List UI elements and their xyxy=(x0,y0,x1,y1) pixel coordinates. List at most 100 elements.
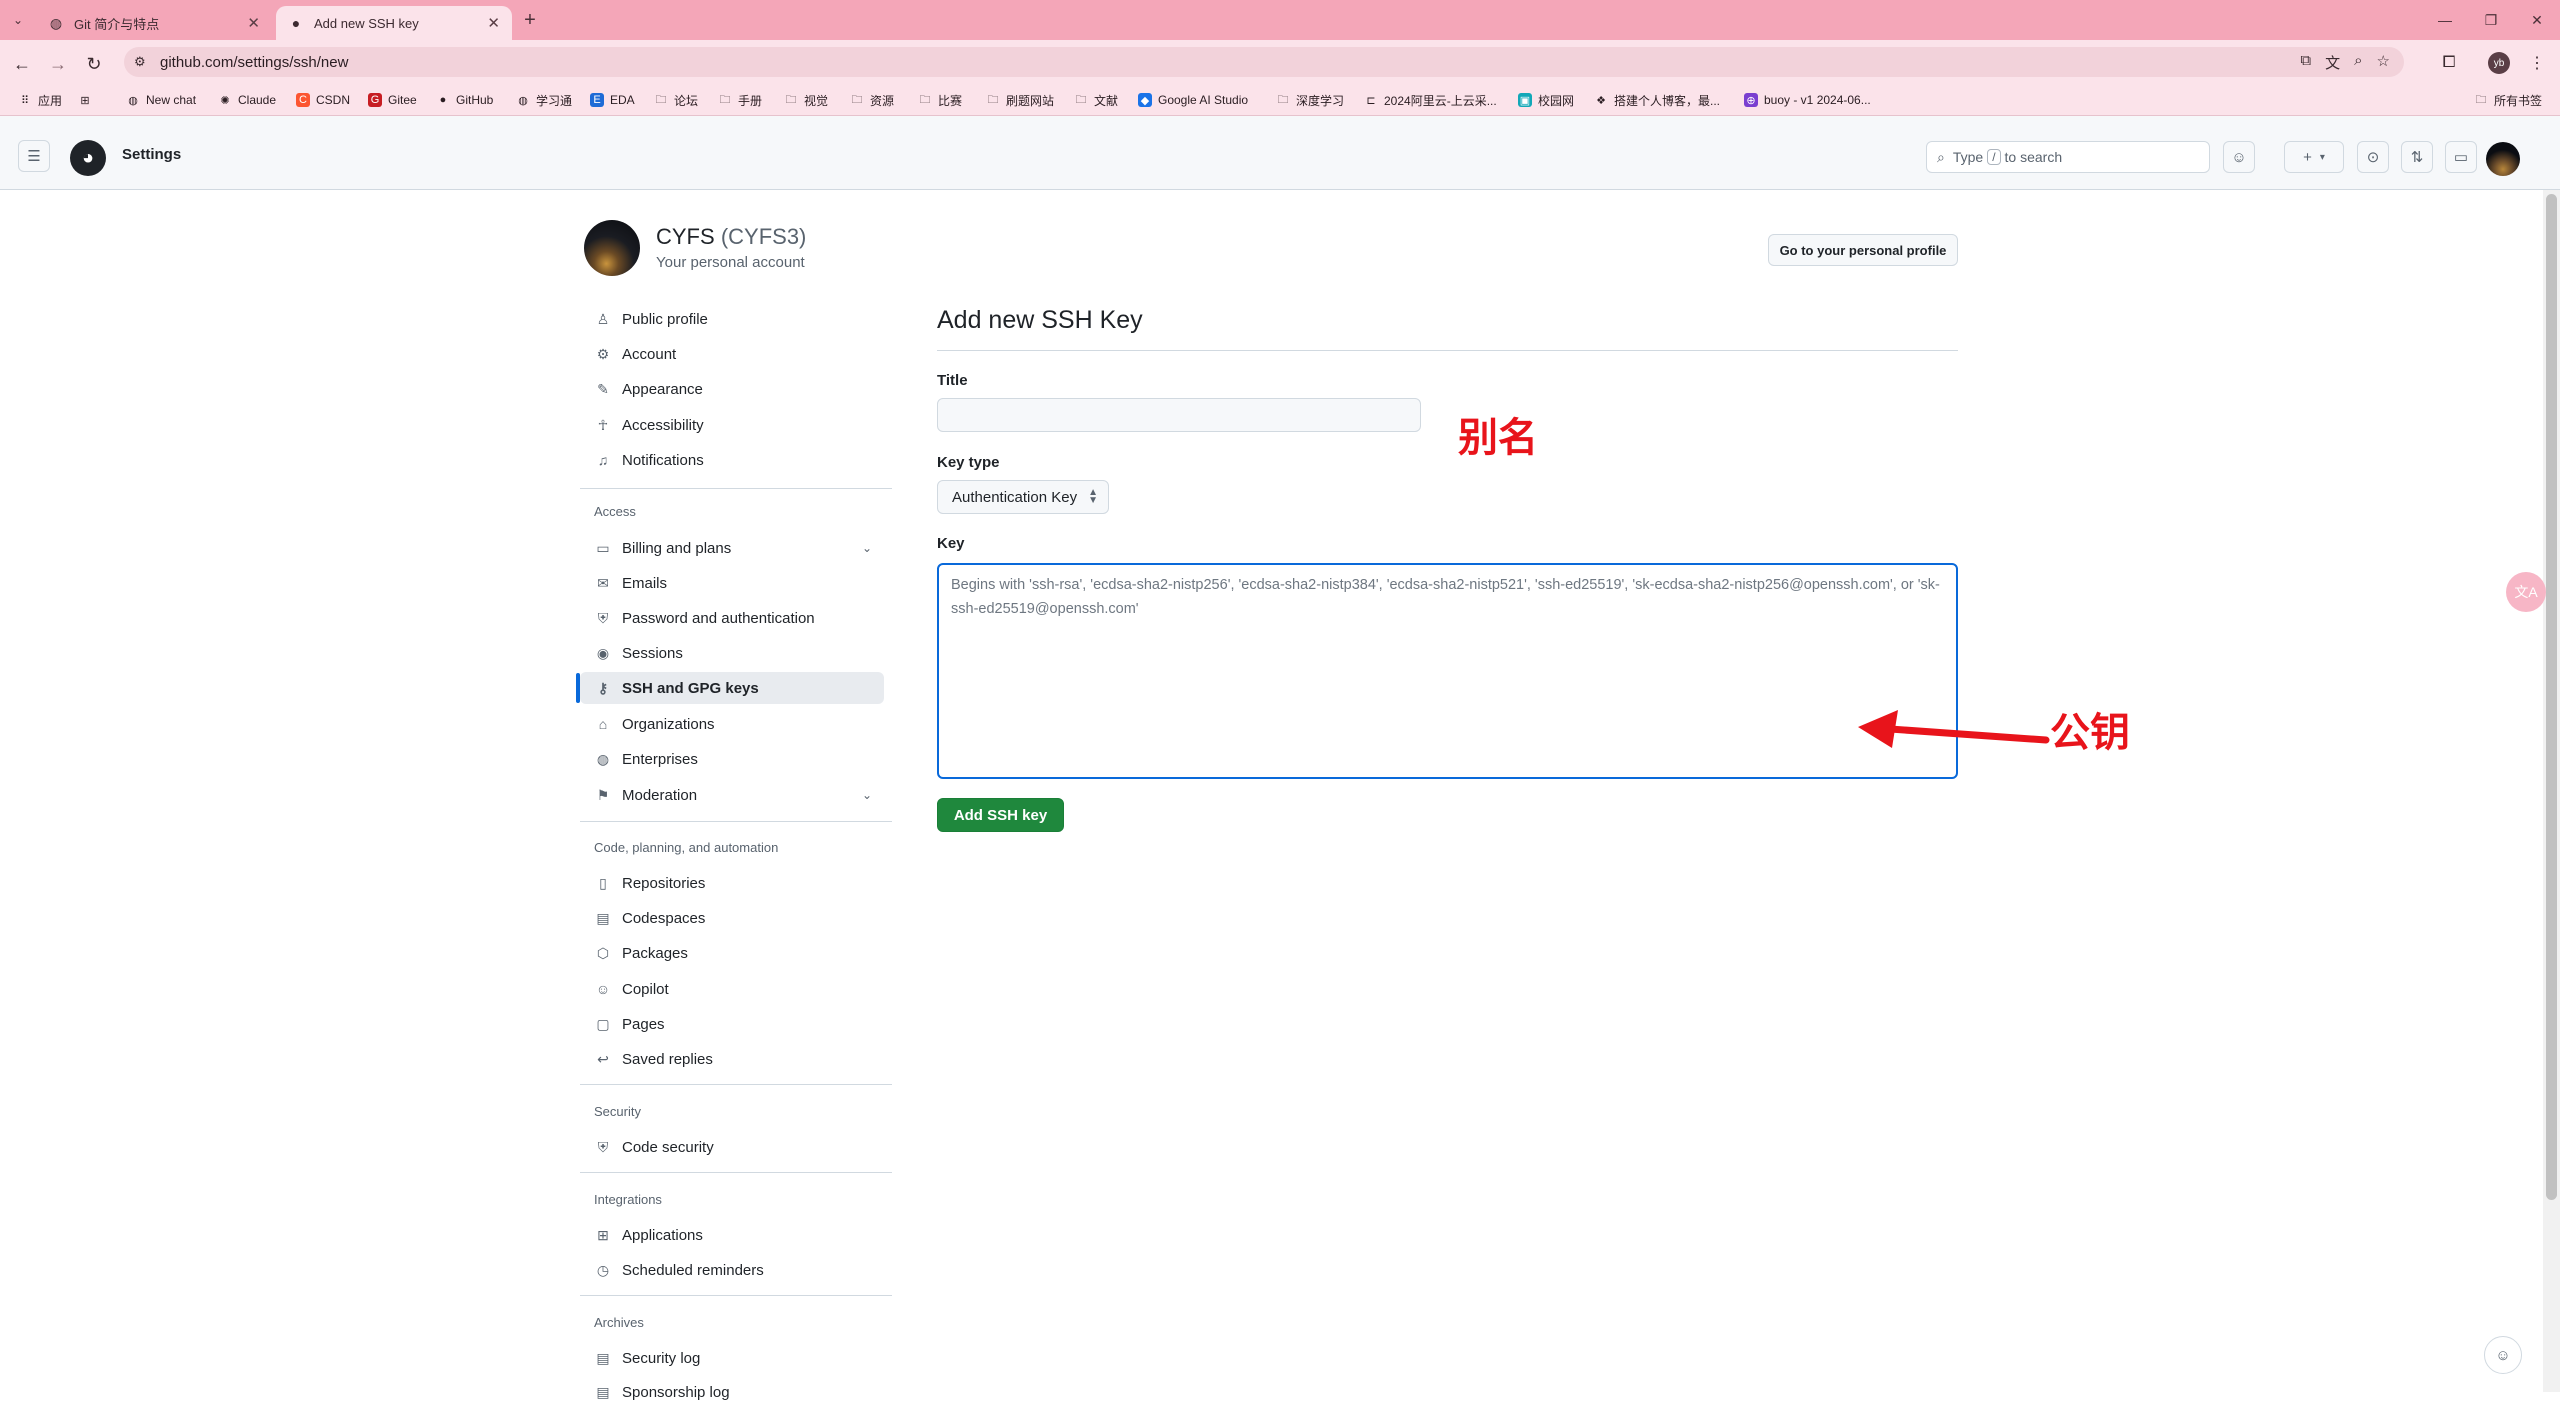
header-context-title[interactable]: Settings xyxy=(122,146,181,163)
globe-icon: ◍ xyxy=(596,750,610,767)
sidebar-item-sessions[interactable]: ◉ Sessions xyxy=(580,637,884,669)
floating-translate-icon[interactable]: 文A xyxy=(2506,572,2546,612)
sidebar-item-copilot[interactable]: ☺ Copilot xyxy=(580,973,884,1005)
sidebar-item-label: Applications xyxy=(622,1226,703,1244)
close-window-button[interactable]: ✕ xyxy=(2522,8,2552,32)
bookmark-8[interactable]: E EDA xyxy=(590,91,635,109)
pull-requests-icon[interactable]: ⇅ xyxy=(2401,141,2433,173)
sidebar-item-pages[interactable]: ▢ Pages xyxy=(580,1008,884,1040)
sidebar-item-ssh-and-gpg-keys[interactable]: ⚷ SSH and GPG keys xyxy=(580,672,884,704)
key-type-select[interactable]: Authentication Key ▲ ▼ xyxy=(937,480,1109,514)
sidebar-item-organizations[interactable]: ⌂ Organizations xyxy=(580,708,884,740)
sidebar-item-label: Scheduled reminders xyxy=(622,1261,764,1279)
go-to-profile-button[interactable]: Go to your personal profile xyxy=(1768,234,1958,266)
bookmark-21[interactable]: ⊕ buoy - v1 2024-06... xyxy=(1744,91,1871,109)
github-logo-icon[interactable]: ◕ xyxy=(70,140,106,176)
sidebar-item-emails[interactable]: ✉ Emails xyxy=(580,567,884,599)
issues-icon[interactable]: ⊙ xyxy=(2357,141,2389,173)
bookmark-7[interactable]: ◍ 学习通 xyxy=(516,91,572,109)
sidebar-item-sponsorship-log[interactable]: ▤ Sponsorship log xyxy=(580,1376,884,1408)
scrollbar-thumb[interactable] xyxy=(2546,194,2557,1200)
bookmark-label: 搭建个人博客，最... xyxy=(1614,93,1721,108)
copilot-chat-button[interactable]: ☺ xyxy=(2484,1336,2522,1374)
sidebar-item-label: Packages xyxy=(622,944,688,962)
bookmark-17[interactable]: 🗀 深度学习 xyxy=(1276,91,1345,109)
sidebar-item-billing-and-plans[interactable]: ▭ Billing and plans ⌄ xyxy=(580,532,884,564)
hamburger-menu-icon[interactable]: ☰ xyxy=(18,140,50,172)
search-input[interactable]: ⌕ Type / to search xyxy=(1926,141,2210,173)
bookmark-19[interactable]: ▣ 校园网 xyxy=(1518,91,1574,109)
user-avatar[interactable] xyxy=(584,220,640,276)
chat-icon: ◍ xyxy=(128,94,138,107)
add-ssh-key-button[interactable]: Add SSH key xyxy=(937,798,1064,832)
sidebar-item-notifications[interactable]: ♫ Notifications xyxy=(580,444,884,476)
tab-search-chevron-icon[interactable]: ⌄ xyxy=(8,10,28,30)
sidebar-item-appearance[interactable]: ✎ Appearance xyxy=(580,373,884,405)
copilot-icon[interactable]: ☺ xyxy=(2223,141,2255,173)
bookmark-star-icon[interactable]: ☆ xyxy=(2377,52,2390,73)
close-icon[interactable]: ✕ xyxy=(487,14,500,32)
avatar[interactable] xyxy=(2486,142,2520,176)
sidebar-item-public-profile[interactable]: ♙ Public profile xyxy=(580,303,884,335)
bookmark-12[interactable]: 🗀 资源 xyxy=(850,91,895,109)
bookmark-10[interactable]: 🗀 手册 xyxy=(718,91,763,109)
create-new-button[interactable]: + ▾ xyxy=(2284,141,2344,173)
install-app-icon[interactable]: ⧉ xyxy=(2300,52,2311,73)
key-textarea[interactable] xyxy=(937,563,1958,779)
chevron-down-icon[interactable]: ⌄ xyxy=(862,788,872,802)
sidebar-item-label: Organizations xyxy=(622,715,715,733)
chevron-down-icon[interactable]: ⌄ xyxy=(862,541,872,555)
bookmark-2[interactable]: ◍ New chat xyxy=(126,91,196,109)
key-icon: ⚷ xyxy=(597,679,609,696)
reload-button[interactable]: ↻ xyxy=(82,52,106,76)
bookmark-13[interactable]: 🗀 比赛 xyxy=(918,91,963,109)
folder-icon: 🗀 xyxy=(851,93,863,106)
extensions-icon[interactable]: ⧠ xyxy=(2436,50,2462,76)
sidebar-item-enterprises[interactable]: ◍ Enterprises xyxy=(580,743,884,775)
sidebar-item-security-log[interactable]: ▤ Security log xyxy=(580,1342,884,1374)
sidebar-item-codespaces[interactable]: ▤ Codespaces xyxy=(580,902,884,934)
inbox-icon[interactable]: ▭ xyxy=(2445,141,2477,173)
bookmark-20[interactable]: ❖ 搭建个人博客，最... xyxy=(1594,91,1720,109)
sidebar-item-moderation[interactable]: ⚑ Moderation ⌄ xyxy=(580,779,884,811)
bookmark-4[interactable]: C CSDN xyxy=(296,91,350,109)
site-info-icon[interactable]: ⚙ xyxy=(134,54,156,70)
sidebar-item-applications[interactable]: ⊞ Applications xyxy=(580,1219,884,1251)
bookmark-5[interactable]: G Gitee xyxy=(368,91,417,109)
sidebar-item-packages[interactable]: ⬡ Packages xyxy=(580,937,884,969)
address-bar[interactable]: ⚙ github.com/settings/ssh/new ⧉ 文 ⌕ ☆ xyxy=(124,47,2404,77)
browser-tab-git-intro[interactable]: ◍ Git 简介与特点 ✕ xyxy=(36,6,272,40)
title-field[interactable] xyxy=(937,398,1421,432)
browser-tab-add-ssh-key[interactable]: ● Add new SSH key ✕ xyxy=(276,6,512,40)
minimize-button[interactable]: — xyxy=(2430,8,2460,32)
bookmark-3[interactable]: ✺ Claude xyxy=(218,91,276,109)
bookmark-15[interactable]: 🗀 文献 xyxy=(1074,91,1119,109)
restore-button[interactable]: ❐ xyxy=(2476,8,2506,32)
bookmark-11[interactable]: 🗀 视觉 xyxy=(784,91,829,109)
forward-button[interactable]: → xyxy=(46,52,70,76)
profile-button[interactable]: yb xyxy=(2486,50,2512,76)
bookmark-18[interactable]: ⊏ 2024阿里云-上云采... xyxy=(1364,91,1496,109)
bookmark-1[interactable]: ⊞ xyxy=(78,91,98,109)
new-tab-button[interactable]: + xyxy=(518,8,542,32)
sidebar-item-scheduled-reminders[interactable]: ◷ Scheduled reminders xyxy=(580,1254,884,1286)
sidebar-item-accessibility[interactable]: ☥ Accessibility xyxy=(580,409,884,441)
zoom-icon[interactable]: ⌕ xyxy=(2354,52,2362,73)
translate-icon[interactable]: 文 xyxy=(2325,52,2340,73)
close-icon[interactable]: ✕ xyxy=(247,14,260,32)
back-button[interactable]: ← xyxy=(10,52,34,76)
browser-menu-icon[interactable]: ⋮ xyxy=(2524,50,2550,76)
bookmark-14[interactable]: 🗀 刷题网站 xyxy=(986,91,1055,109)
sidebar-item-saved-replies[interactable]: ↩ Saved replies xyxy=(580,1043,884,1075)
sidebar-item-code-security[interactable]: ⛨ Code security xyxy=(580,1131,884,1163)
sidebar-item-account[interactable]: ⚙ Account xyxy=(580,338,884,370)
bookmark-9[interactable]: 🗀 论坛 xyxy=(654,91,699,109)
bookmark-16[interactable]: ◆ Google AI Studio xyxy=(1138,91,1248,109)
bookmark-6[interactable]: ● GitHub xyxy=(436,91,494,109)
all-bookmarks[interactable]: 🗀 所有书签 xyxy=(2474,91,2543,109)
sidebar-item-repositories[interactable]: ▯ Repositories xyxy=(580,867,884,899)
sidebar-item-password-and-authentication[interactable]: ⛨ Password and authentication xyxy=(580,602,884,634)
account-login: (CYFS3) xyxy=(720,224,807,249)
address-url[interactable]: github.com/settings/ssh/new xyxy=(160,54,348,71)
bookmark-0[interactable]: ⠿ 应用 xyxy=(18,91,62,109)
